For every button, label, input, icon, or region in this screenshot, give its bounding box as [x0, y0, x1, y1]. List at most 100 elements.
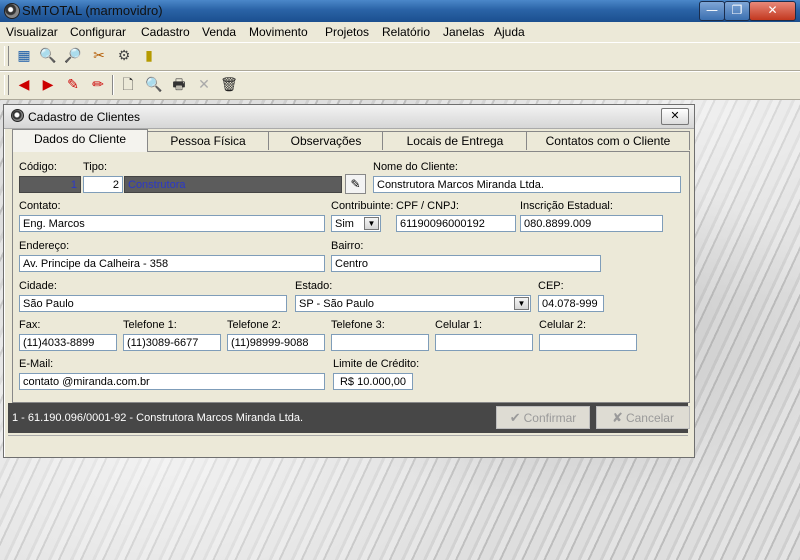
cancel-x-icon: ✘ [612, 410, 623, 425]
tipo-name-field: Construtora [124, 176, 342, 193]
close-button[interactable]: ✕ [749, 1, 796, 21]
exit-door-icon[interactable]: ▮ [139, 46, 159, 66]
clients-window-title: Cadastro de Clientes [28, 110, 141, 124]
app-title: SMTOTAL (marmovidro) [22, 3, 163, 18]
contribuinte-value: Sim [335, 218, 354, 230]
clients-window-title-bar: Cadastro de Clientes ✕ [4, 105, 694, 129]
limite-label: Limite de Crédito: [333, 358, 420, 370]
endereco-field[interactable]: Av. Principe da Calheira - 358 [19, 255, 325, 272]
menu-venda[interactable]: Venda [202, 25, 236, 39]
menu-configurar[interactable]: Configurar [70, 25, 126, 39]
cpf-cnpj-field[interactable]: 61190096000192 [396, 215, 516, 232]
celular2-label: Celular 2: [539, 319, 587, 331]
edit-pencil-icon[interactable]: ✎ [63, 75, 83, 95]
celular2-field[interactable] [539, 334, 637, 351]
contato-label: Contato: [19, 200, 61, 212]
tab-bar: Dados do Cliente Pessoa Física Observaçõ… [12, 129, 692, 152]
first-record-icon[interactable]: ◀ [14, 75, 34, 95]
menu-movimento[interactable]: Movimento [249, 25, 308, 39]
menu-projetos[interactable]: Projetos [325, 25, 369, 39]
codigo-field[interactable]: 1 [19, 176, 81, 193]
limite-credito-field[interactable]: R$ 10.000,00 [333, 373, 413, 390]
cep-field[interactable]: 04.078-999 [538, 295, 604, 312]
cpf-label: CPF / CNPJ: [396, 200, 459, 212]
menu-bar: Visualizar Configurar Cadastro Venda Mov… [0, 22, 800, 42]
contribuinte-label: Contribuinte: [331, 200, 394, 212]
endereco-label: Endereço: [19, 240, 70, 252]
maximize-button[interactable]: ❐ [724, 1, 750, 21]
new-document-icon[interactable]: 🗋 [118, 75, 138, 95]
menu-ajuda[interactable]: Ajuda [494, 25, 525, 39]
menu-cadastro[interactable]: Cadastro [141, 25, 190, 39]
next-record-icon[interactable]: ▶ [38, 75, 58, 95]
email-label: E-Mail: [19, 358, 54, 370]
print-icon[interactable]: 🖶 [169, 75, 189, 95]
cancel-label: Cancelar [625, 411, 674, 425]
bairro-field[interactable]: Centro [331, 255, 601, 272]
bairro-label: Bairro: [331, 240, 364, 252]
contato-field[interactable]: Eng. Marcos [19, 215, 325, 232]
record-status-text: 1 - 61.190.096/0001-92 - Construtora Mar… [12, 412, 304, 424]
tab-pessoa-fisica[interactable]: Pessoa Física [146, 131, 270, 150]
calculator-icon[interactable]: ▦ [14, 46, 34, 66]
estado-select[interactable]: SP - São Paulo ▼ [295, 295, 531, 312]
cancel-button[interactable]: ✘ Cancelar [596, 406, 690, 429]
toolbar-separator [112, 75, 114, 95]
codigo-label: Código: [19, 161, 57, 173]
telefone1-label: Telefone 1: [123, 319, 177, 331]
chevron-down-icon[interactable]: ▼ [514, 297, 529, 310]
telefone3-label: Telefone 3: [331, 319, 385, 331]
tab-panel-dados: Código: 1 Tipo: 2 Construtora ✎ Nome do … [12, 151, 690, 403]
confirm-button[interactable]: ✔ Confirmar [496, 406, 590, 429]
toolbar-grip[interactable] [4, 75, 9, 95]
estado-label: Estado: [295, 280, 333, 292]
tipo-label: Tipo: [83, 161, 108, 173]
telefone2-field[interactable]: (11)98999-9088 [227, 334, 325, 351]
delete-x-icon[interactable]: ✕ [194, 75, 214, 95]
fax-label: Fax: [19, 319, 41, 331]
pencil-lookup-icon: ✎ [350, 177, 361, 191]
celular1-field[interactable] [435, 334, 533, 351]
contribuinte-select[interactable]: Sim ▼ [331, 215, 381, 232]
record-toolbar: ◀ ▶ ✎ ✏ 🗋 🔍 🖶 ✕ 🗑 [0, 71, 800, 100]
users-icon[interactable]: ⚙ [114, 46, 134, 66]
cidade-field[interactable]: São Paulo [19, 295, 287, 312]
tab-dados-do-cliente[interactable]: Dados do Cliente [12, 129, 148, 152]
cep-label: CEP: [538, 280, 564, 292]
telefone1-field[interactable]: (11)3089-6677 [123, 334, 221, 351]
menu-relatorio[interactable]: Relatório [382, 25, 430, 39]
tab-observacoes[interactable]: Observações [268, 131, 384, 150]
app-title-bar: SMTOTAL (marmovidro) — ❐ ✕ [0, 0, 800, 22]
tipo-code-field[interactable]: 2 [83, 176, 123, 193]
confirm-label: Confirmar [523, 411, 577, 425]
toolbar-grip[interactable] [4, 46, 9, 66]
tools-icon[interactable]: ✂ [89, 46, 109, 66]
child-close-button[interactable]: ✕ [661, 108, 689, 125]
cancel-pencil-icon[interactable]: ✏ [88, 75, 108, 95]
minimize-button[interactable]: — [699, 1, 725, 21]
telefone2-label: Telefone 2: [227, 319, 281, 331]
key-icon[interactable]: 🔍 [38, 46, 58, 66]
celular1-label: Celular 1: [435, 319, 483, 331]
menu-visualizar[interactable]: Visualizar [6, 25, 58, 39]
window-footer [8, 435, 688, 450]
app-logo-icon [4, 3, 20, 19]
search-document-icon[interactable]: 🔎 [63, 46, 83, 66]
clients-window: Cadastro de Clientes ✕ Dados do Cliente … [3, 104, 695, 458]
trash-icon[interactable]: 🗑 [219, 75, 239, 95]
ie-label: Inscrição Estadual: [520, 200, 613, 212]
nome-field[interactable]: Construtora Marcos Miranda Ltda. [373, 176, 681, 193]
main-toolbar: ▦ 🔍 🔎 ✂ ⚙ ▮ [0, 42, 800, 71]
tab-contatos-com-o-cliente[interactable]: Contatos com o Cliente [526, 131, 690, 150]
tab-locais-de-entrega[interactable]: Locais de Entrega [382, 131, 528, 150]
menu-janelas[interactable]: Janelas [443, 25, 484, 39]
telefone3-field[interactable] [331, 334, 429, 351]
record-status-bar: 1 - 61.190.096/0001-92 - Construtora Mar… [8, 403, 690, 433]
chevron-down-icon[interactable]: ▼ [364, 217, 379, 230]
search-record-icon[interactable]: 🔍 [144, 75, 164, 95]
fax-field[interactable]: (11)4033-8899 [19, 334, 117, 351]
tipo-lookup-button[interactable]: ✎ [345, 174, 366, 194]
inscricao-estadual-field[interactable]: 080.8899.009 [520, 215, 663, 232]
checkmark-icon: ✔ [509, 410, 521, 425]
email-field[interactable]: contato @miranda.com.br [19, 373, 325, 390]
